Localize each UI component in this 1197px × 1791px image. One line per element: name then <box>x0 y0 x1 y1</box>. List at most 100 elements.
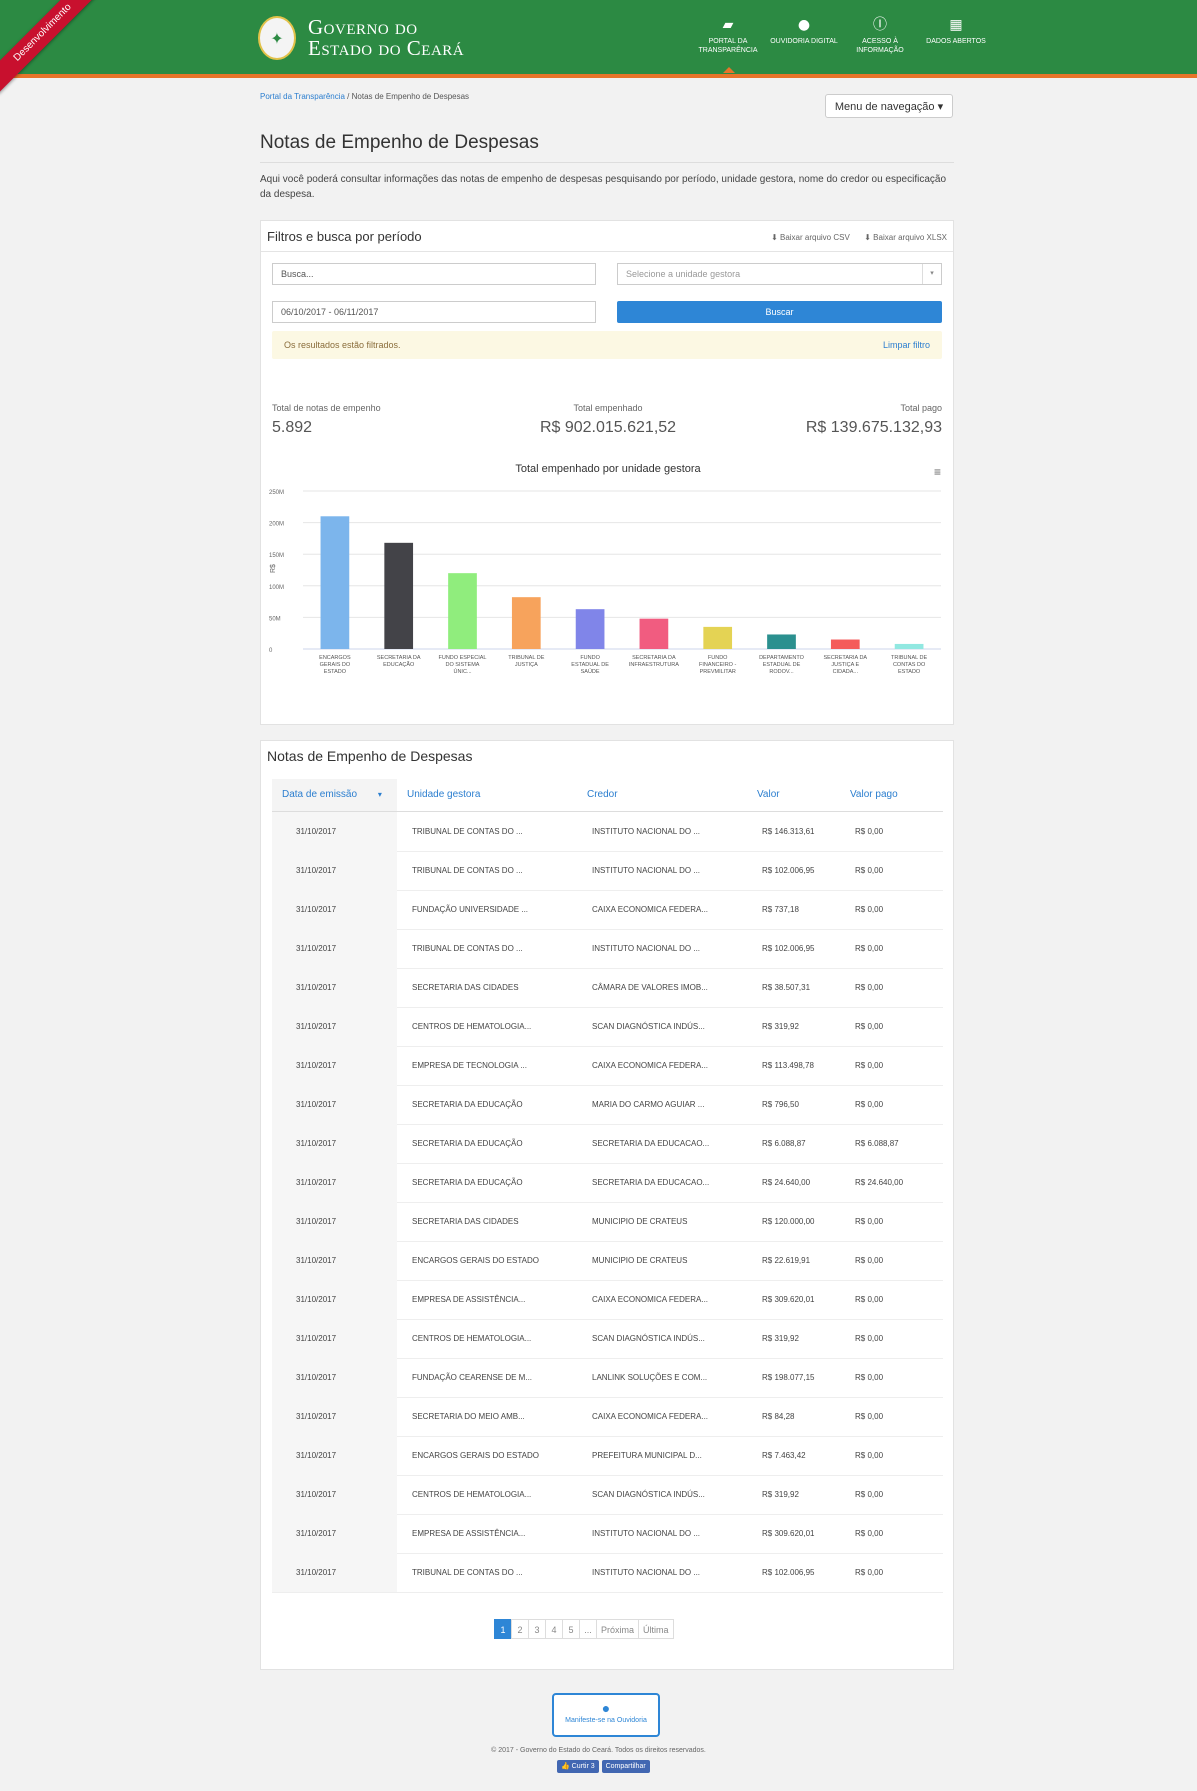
chart-bar[interactable] <box>767 634 796 649</box>
x-tick-label: INFRAESTRUTURA <box>629 662 679 668</box>
table-row[interactable]: 31/10/2017 CENTROS DE HEMATOLOGIA... SCAN … <box>272 1319 943 1359</box>
x-tick-label: FUNDO <box>708 655 728 661</box>
chart-menu-icon[interactable]: ≡ <box>934 465 941 479</box>
table-panel: Notas de Empenho de Despesas Data de emi… <box>260 740 954 1670</box>
cell-creditor: CÂMARA DE VALORES IMOB... <box>592 983 708 992</box>
table-row[interactable]: 31/10/2017 EMPRESA DE TECNOLOGIA ... CAIXA… <box>272 1046 943 1086</box>
chart-bar[interactable] <box>639 618 669 649</box>
table-row[interactable]: 31/10/2017 EMPRESA DE ASSISTÊNCIA... CAIXA… <box>272 1280 943 1320</box>
search-button[interactable]: Buscar <box>617 301 942 323</box>
table-row[interactable]: 31/10/2017 FUNDAÇÃO UNIVERSIDADE ... CAIXA… <box>272 890 943 930</box>
chart-bar[interactable] <box>384 542 414 649</box>
cell-creditor: MUNICIPIO DE CRATEUS <box>592 1256 688 1265</box>
x-tick-label: JUSTIÇA <box>515 662 538 668</box>
x-tick-label: DEPARTAMENTO <box>759 655 805 661</box>
cell-date: 31/10/2017 <box>272 1163 397 1202</box>
pago-label: Total pago <box>900 403 942 413</box>
cell-paid: R$ 0,00 <box>855 1022 884 1031</box>
col-unidade-gestora[interactable]: Unidade gestora <box>407 779 480 811</box>
cell-creditor: INSTITUTO NACIONAL DO ... <box>592 827 701 836</box>
table-row[interactable]: 31/10/2017 ENCARGOS GERAIS DO ESTADO PREFE… <box>272 1436 943 1476</box>
cell-date: 31/10/2017 <box>272 1007 397 1046</box>
chart-bar[interactable] <box>830 639 860 649</box>
x-tick-label: SECRETARIA DA <box>823 655 867 661</box>
date-range-input[interactable]: 06/10/2017 - 06/11/2017 <box>272 301 596 323</box>
page-link[interactable]: 2 <box>511 1619 529 1639</box>
page-link[interactable]: 3 <box>528 1619 546 1639</box>
cell-paid: R$ 6.088,87 <box>855 1139 899 1148</box>
x-tick-label: PREVMILITAR <box>700 669 736 675</box>
cell-unit: SECRETARIA DO MEIO AMB... <box>412 1412 525 1421</box>
cell-creditor: SECRETARIA DA EDUCACAO... <box>592 1178 710 1187</box>
table-row[interactable]: 31/10/2017 SECRETARIA DAS CIDADES MUNICIPI… <box>272 1202 943 1242</box>
table-row[interactable]: 31/10/2017 ENCARGOS GERAIS DO ESTADO MUNIC… <box>272 1241 943 1281</box>
download-xlsx-link[interactable]: ⬇ Baixar arquivo XLSX <box>864 233 947 242</box>
table-row[interactable]: 31/10/2017 SECRETARIA DAS CIDADES CÂMARA D… <box>272 968 943 1008</box>
cell-value: R$ 737,18 <box>762 905 799 914</box>
nav-acesso-informacao[interactable]: ⓘ Acesso à Informação <box>842 16 918 55</box>
facebook-share-button[interactable]: Compartilhar <box>601 1760 650 1773</box>
nav-dados-abertos[interactable]: ▦ Dados Abertos <box>918 16 994 55</box>
table-row[interactable]: 31/10/2017 CENTROS DE HEMATOLOGIA... SCAN … <box>272 1475 943 1515</box>
table-row[interactable]: 31/10/2017 TRIBUNAL DE CONTAS DO ... INSTI… <box>272 851 943 891</box>
cell-creditor: MUNICIPIO DE CRATEUS <box>592 1217 688 1226</box>
cell-value: R$ 113.498,78 <box>762 1061 814 1070</box>
table-row[interactable]: 31/10/2017 SECRETARIA DA EDUCAÇÃO MARIA DO… <box>272 1085 943 1125</box>
table-row[interactable]: 31/10/2017 TRIBUNAL DE CONTAS DO ... INSTI… <box>272 929 943 969</box>
unit-select[interactable]: Selecione a unidade gestora ▾ <box>617 263 942 285</box>
chart-bar[interactable] <box>575 609 605 649</box>
cell-paid: R$ 0,00 <box>855 1295 884 1304</box>
chart-bar[interactable] <box>703 626 733 649</box>
cell-unit: ENCARGOS GERAIS DO ESTADO <box>412 1451 539 1460</box>
y-tick-label: 100M <box>269 585 284 591</box>
facebook-like-button[interactable]: 👍 Curtir 3 <box>557 1760 599 1773</box>
x-tick-label: ESTADO <box>324 669 347 675</box>
table-row[interactable]: 31/10/2017 EMPRESA DE ASSISTÊNCIA... INSTI… <box>272 1514 943 1554</box>
cell-unit: FUNDAÇÃO CEARENSE DE M... <box>412 1373 533 1382</box>
cell-creditor: INSTITUTO NACIONAL DO ... <box>592 1568 701 1577</box>
cell-paid: R$ 0,00 <box>855 1217 884 1226</box>
table-row[interactable]: 31/10/2017 SECRETARIA DO MEIO AMB... CAIXA… <box>272 1397 943 1437</box>
cell-value: R$ 796,50 <box>762 1100 799 1109</box>
environment-ribbon: Desenvolvimento <box>0 0 104 94</box>
cell-unit: EMPRESA DE ASSISTÊNCIA... <box>412 1295 526 1304</box>
chart-bar[interactable] <box>320 516 350 649</box>
cell-creditor: SCAN DIAGNÓSTICA INDÚS... <box>592 1490 705 1499</box>
col-credor[interactable]: Credor <box>587 779 618 811</box>
cell-value: R$ 38.507,31 <box>762 983 811 992</box>
brand-logo[interactable]: ✦ Governo do Estado do Ceará <box>258 14 464 62</box>
page-link[interactable]: 4 <box>545 1619 563 1639</box>
clear-filter-link[interactable]: Limpar filtro <box>883 331 930 359</box>
cell-creditor: CAIXA ECONOMICA FEDERA... <box>592 1412 709 1421</box>
col-valor-pago[interactable]: Valor pago <box>850 779 898 811</box>
navigation-menu-button[interactable]: Menu de navegação ▾ <box>825 94 953 118</box>
table-row[interactable]: 31/10/2017 TRIBUNAL DE CONTAS DO ... INSTI… <box>272 812 943 852</box>
col-data-emissao[interactable]: Data de emissão ▾ <box>272 779 397 811</box>
table-row[interactable]: 31/10/2017 SECRETARIA DA EDUCAÇÃO SECRETAR… <box>272 1163 943 1203</box>
table-row[interactable]: 31/10/2017 SECRETARIA DA EDUCAÇÃO SECRETAR… <box>272 1124 943 1164</box>
chart-bar[interactable] <box>448 573 477 649</box>
cell-unit: SECRETARIA DAS CIDADES <box>412 1217 519 1226</box>
page-link[interactable]: ... <box>579 1619 597 1639</box>
cell-unit: FUNDAÇÃO UNIVERSIDADE ... <box>412 905 529 914</box>
page-link[interactable]: 5 <box>562 1619 580 1639</box>
breadcrumb-home-link[interactable]: Portal da Transparência <box>260 92 345 101</box>
chart-bar[interactable] <box>511 597 541 649</box>
table-row[interactable]: 31/10/2017 TRIBUNAL DE CONTAS DO ... INSTI… <box>272 1553 943 1593</box>
table-row[interactable]: 31/10/2017 CENTROS DE HEMATOLOGIA... SCAN … <box>272 1007 943 1047</box>
ouvidoria-button[interactable]: ● Manifeste-se na Ouvidoria <box>552 1693 660 1737</box>
table-row[interactable]: 31/10/2017 FUNDAÇÃO CEARENSE DE M... LANLI… <box>272 1358 943 1398</box>
empenhado-label: Total empenhado <box>573 403 643 413</box>
cell-date: 31/10/2017 <box>272 968 397 1007</box>
page-link[interactable]: 1 <box>494 1619 512 1639</box>
cell-value: R$ 146.313,61 <box>762 827 815 836</box>
nav-ouvidoria-digital[interactable]: ● Ouvidoria Digital <box>766 16 842 55</box>
page-link[interactable]: Última <box>638 1619 674 1639</box>
download-csv-link[interactable]: ⬇ Baixar arquivo CSV <box>771 233 850 242</box>
search-input[interactable]: Busca... <box>272 263 596 285</box>
col-valor[interactable]: Valor <box>757 779 780 811</box>
nav-portal-transparencia[interactable]: ▰ Portal da Transparência <box>690 16 766 73</box>
cell-paid: R$ 0,00 <box>855 827 884 836</box>
page-link[interactable]: Próxima <box>596 1619 640 1639</box>
chart-bar[interactable] <box>894 643 924 649</box>
